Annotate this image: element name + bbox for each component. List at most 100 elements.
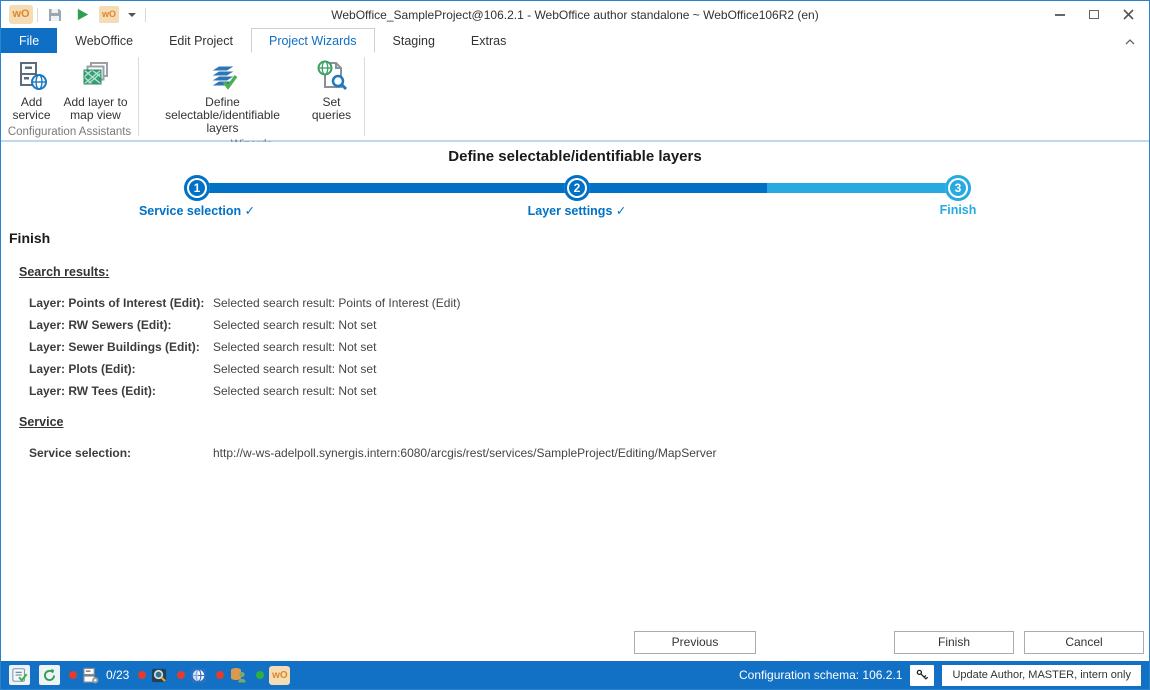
row-value: Selected search result: Not set [213,340,376,354]
row-value: Selected search result: Not set [213,362,376,376]
update-author-button[interactable]: Update Author, MASTER, intern only [942,665,1141,686]
weboffice-quick-icon[interactable]: wO [99,6,119,23]
weboffice-logo-icon: wO [269,666,290,685]
ribbon-group-label: Configuration Assistants [1,124,138,141]
tab-project-wizards[interactable]: Project Wizards [251,28,375,53]
window-title: WebOffice_SampleProject@106.2.1 - WebOff… [1,8,1149,22]
document-query-icon [315,59,349,93]
wizard-page: Define selectable/identifiable layers 1 … [1,142,1149,661]
add-service-button[interactable]: Add service [6,57,58,124]
add-layer-to-map-view-button[interactable]: Add layer to map view [58,57,134,124]
row-label: Layer: RW Tees (Edit): [29,384,156,398]
maximize-button[interactable] [1077,4,1111,26]
finish-button[interactable]: Finish [894,631,1014,654]
tab-staging[interactable]: Staging [375,28,453,53]
statusbar: 0/23 [1,661,1149,689]
set-queries-button[interactable]: Set queries [303,57,361,124]
minimize-button[interactable] [1043,4,1077,26]
ribbon: Add service Add layer to map view [1,53,1149,142]
titlebar: wO wO WebOffice_SampleProject@106.2 [1,1,1149,28]
row-label: Layer: Points of Interest (Edit): [29,296,204,310]
section-title-service: Service [19,415,63,429]
step-circle-1[interactable]: 1 [184,175,210,201]
run-button[interactable] [72,5,92,24]
chevron-down-icon [128,13,136,17]
row-value: Selected search result: Not set [213,318,376,332]
minimize-icon [1055,14,1065,16]
step-label-layer-settings[interactable]: Layer settings ✓ [467,203,687,218]
row-label: Layer: Plots (Edit): [29,362,136,376]
server-globe-icon [15,59,49,93]
divider [37,8,38,22]
progress-segment-remaining [767,183,964,193]
app-logo-icon[interactable]: wO [9,5,33,24]
step-circle-2[interactable]: 2 [564,175,590,201]
maximize-icon [1089,10,1099,19]
tab-weboffice[interactable]: WebOffice [57,28,151,53]
tab-edit-project[interactable]: Edit Project [151,28,251,53]
button-label: Define selectable/identifiable layers [148,96,298,135]
status-dot-red [138,671,146,679]
divider [364,57,365,136]
status-item-globe[interactable] [177,667,207,684]
configuration-schema-label: Configuration schema: 106.2.1 [739,668,902,682]
database-user-icon [229,666,247,684]
status-dot-green [256,671,264,679]
chevron-up-icon [1125,39,1135,45]
validation-counter: 0/23 [106,668,129,682]
ribbon-group-wizards: Define selectable/identifiable layers [139,53,364,140]
ribbon-tabs: File WebOffice Edit Project Project Wiza… [1,28,1149,53]
row-label: Layer: RW Sewers (Edit): [29,318,171,332]
status-item-weboffice[interactable]: wO [256,666,290,685]
section-title-search-results: Search results: [19,265,109,279]
page-heading: Finish [9,230,50,246]
keys-icon [915,668,929,682]
collapse-ribbon-button[interactable] [1111,34,1149,48]
status-dot-red [177,671,185,679]
window-controls [1043,4,1145,26]
ribbon-group-configuration-assistants: Add service Add layer to map view [1,53,138,140]
layers-check-icon [206,59,240,93]
button-label: Add service [11,96,53,122]
button-label: Add layer to map view [63,96,129,122]
license-keys-button[interactable] [910,665,934,686]
wizard-title: Define selectable/identifiable layers [1,148,1149,165]
tab-extras[interactable]: Extras [453,28,524,53]
step-circle-3[interactable]: 3 [945,175,971,201]
row-value-service-url: http://w-ws-adelpoll.synergis.intern:608… [213,446,717,460]
row-value: Selected search result: Not set [213,384,376,398]
tab-file[interactable]: File [1,28,57,53]
app-window: wO wO WebOffice_SampleProject@106.2 [0,0,1150,690]
refresh-icon [42,668,57,683]
previous-button[interactable]: Previous [634,631,756,654]
globe-icon [190,667,207,684]
status-item-search[interactable] [138,667,168,684]
validate-project-button[interactable] [9,665,30,685]
form-check-icon [12,667,28,683]
row-label: Layer: Sewer Buildings (Edit): [29,340,200,354]
button-label: Set queries [308,96,356,122]
server-gear-icon [82,667,99,684]
progress-segment-done [191,183,767,193]
save-icon [47,7,63,23]
map-search-icon [151,667,168,684]
row-value: Selected search result: Points of Intere… [213,296,460,310]
divider [145,8,146,22]
define-selectable-identifiable-layers-button[interactable]: Define selectable/identifiable layers [143,57,303,137]
status-dot-red [216,671,224,679]
save-button[interactable] [45,5,65,24]
step-label-service-selection[interactable]: Service selection ✓ [87,203,307,218]
cancel-button[interactable]: Cancel [1024,631,1144,654]
status-item-validation[interactable]: 0/23 [69,667,129,684]
row-label: Service selection: [29,446,131,460]
status-item-database-user[interactable] [216,666,247,684]
step-label-finish[interactable]: Finish [848,203,1068,217]
close-button[interactable] [1111,4,1145,26]
qat-customize-button[interactable] [126,5,138,24]
refresh-button[interactable] [39,665,60,685]
quick-access-toolbar: wO [37,5,146,24]
close-icon [1123,9,1134,20]
play-icon [75,7,90,22]
map-layers-icon [79,59,113,93]
status-dot-red [69,671,77,679]
